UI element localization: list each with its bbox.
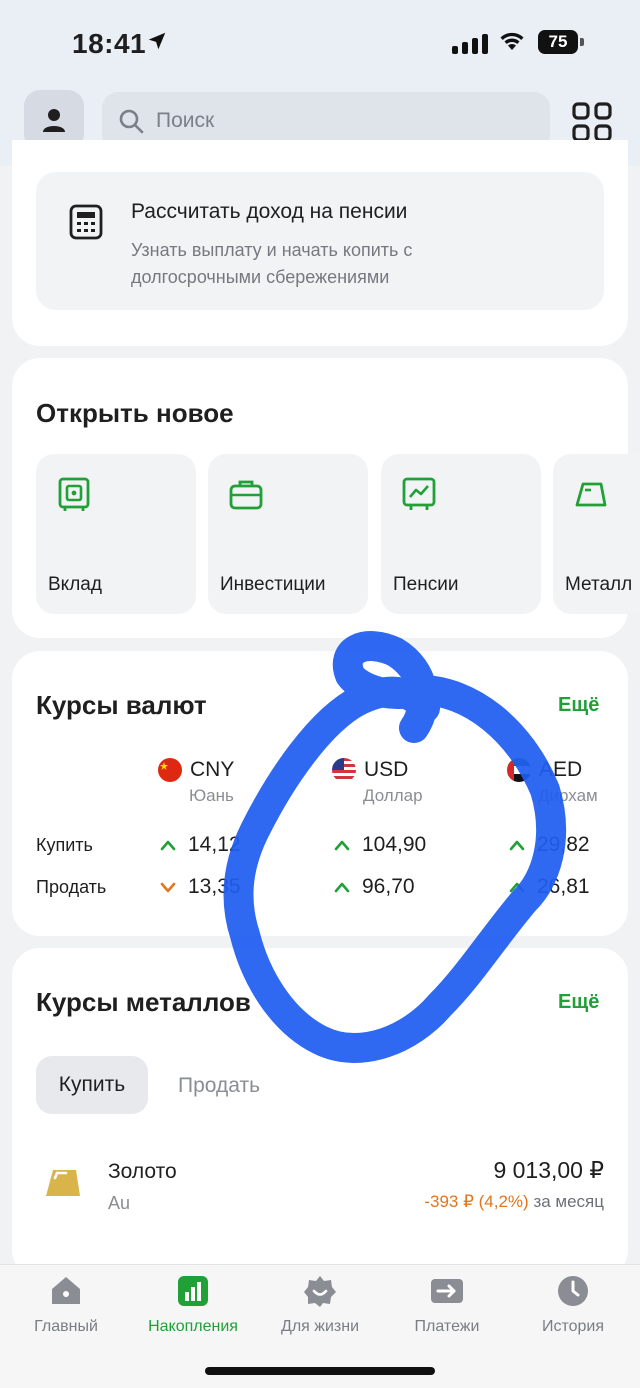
open-new-title: Открыть новое (36, 398, 234, 428)
pension-subtitle: Узнать выплату и начать копить с долгоср… (131, 240, 413, 287)
sell-row-label: Продать (36, 877, 107, 897)
currency-rates-title: Курсы валют (36, 690, 207, 720)
currency-name: Юань (189, 786, 234, 805)
tab-lifestyle[interactable]: Для жизни (256, 1274, 384, 1336)
status-time: 18:41 (72, 28, 147, 59)
metal-rates-title: Курсы металлов (36, 987, 251, 1017)
uae-flag-icon (507, 758, 531, 782)
briefcase-icon (229, 480, 263, 510)
currency-name: Доллар (363, 786, 423, 805)
arrow-up-icon (334, 840, 350, 851)
arrow-up-icon (334, 882, 350, 893)
payments-arrow-icon (431, 1279, 463, 1303)
arrow-up-icon (509, 882, 525, 893)
segment-sell[interactable]: Продать (178, 1074, 260, 1098)
rate-cny-buy: 14,12 (160, 833, 241, 857)
calculator-icon (69, 204, 103, 240)
person-icon (43, 109, 65, 132)
metal-symbol: Au (108, 1193, 131, 1213)
metal-change: -393 ₽ (4,2%) за месяц (424, 1192, 604, 1212)
metal-name: Золото (108, 1160, 177, 1183)
location-arrow-icon (148, 32, 166, 50)
pension-title: Рассчитать доход на пенсии (131, 200, 408, 223)
rate-value: 13,35 (188, 875, 241, 898)
rate-value: 14,12 (188, 833, 241, 856)
buy-row-label: Купить (36, 835, 93, 855)
currency-aed[interactable]: AED (507, 758, 582, 782)
ingot-icon (575, 482, 607, 507)
tile-label: Вклад (48, 574, 102, 595)
rate-cny-sell: 13,35 (160, 875, 241, 899)
rate-usd-buy: 104,90 (334, 833, 426, 857)
china-flag-icon (158, 758, 182, 782)
currency-code: AED (539, 758, 583, 781)
tab-savings[interactable]: Накопления (129, 1274, 257, 1336)
tab-history[interactable]: История (509, 1274, 637, 1336)
home-icon (52, 1277, 80, 1304)
rate-aed-sell: 26,81 (509, 875, 590, 899)
tile-label: Металл (565, 574, 633, 595)
currency-code: CNY (190, 758, 235, 781)
tab-label: Накопления (148, 1318, 238, 1335)
rate-value: 29,82 (537, 833, 590, 856)
arrow-up-icon (509, 840, 525, 851)
tab-label: Платежи (414, 1318, 480, 1335)
tab-label: Главный (34, 1318, 98, 1335)
battery-level: 75 (538, 30, 578, 54)
metal-change-value: -393 ₽ (4,2%) (424, 1192, 529, 1211)
battery-icon: 75 (538, 30, 584, 54)
currency-usd[interactable]: USD (332, 758, 408, 782)
arrow-up-icon (160, 840, 176, 851)
rate-value: 26,81 (537, 875, 590, 898)
usa-flag-icon (332, 758, 356, 782)
search-placeholder: Поиск (156, 109, 215, 132)
home-indicator (205, 1367, 435, 1375)
tile-pensions[interactable]: Пенсии (381, 454, 541, 614)
tab-label: Для жизни (280, 1318, 360, 1335)
clock-icon (558, 1276, 588, 1306)
tile-investments[interactable]: Инвестиции (208, 454, 368, 614)
arrow-down-icon (160, 882, 176, 893)
gold-ingot-icon (46, 1170, 80, 1196)
services-grid-icon[interactable] (570, 100, 614, 144)
savings-chart-icon (178, 1276, 208, 1306)
rate-value: 96,70 (362, 875, 415, 898)
lifestyle-icon (304, 1276, 336, 1307)
search-icon (119, 109, 144, 134)
rate-aed-buy: 29,82 (509, 833, 590, 857)
tab-home[interactable]: Главный (2, 1274, 130, 1336)
rate-usd-sell: 96,70 (334, 875, 415, 899)
wifi-icon (500, 32, 524, 50)
safe-icon (58, 477, 90, 511)
segment-buy[interactable]: Купить (36, 1056, 148, 1114)
metal-price: 9 013,00 ₽ (493, 1157, 604, 1183)
tab-payments[interactable]: Платежи (383, 1274, 511, 1336)
tile-metal[interactable]: Металл (553, 454, 640, 614)
currency-cny[interactable]: CNY (158, 758, 234, 782)
cellular-signal-icon (452, 32, 488, 54)
currency-name: Дирхам (538, 786, 598, 805)
tile-label: Пенсии (393, 574, 459, 595)
metal-rates-more-link[interactable]: Ещё (558, 991, 599, 1014)
tile-label: Инвестиции (220, 574, 326, 595)
metal-change-period: за месяц (533, 1192, 604, 1211)
rate-value: 104,90 (362, 833, 427, 856)
chart-icon (402, 477, 436, 510)
currency-rates-more-link[interactable]: Ещё (558, 694, 599, 717)
tab-label: История (541, 1318, 605, 1335)
currency-code: USD (364, 758, 409, 781)
tile-deposit[interactable]: Вклад (36, 454, 196, 614)
